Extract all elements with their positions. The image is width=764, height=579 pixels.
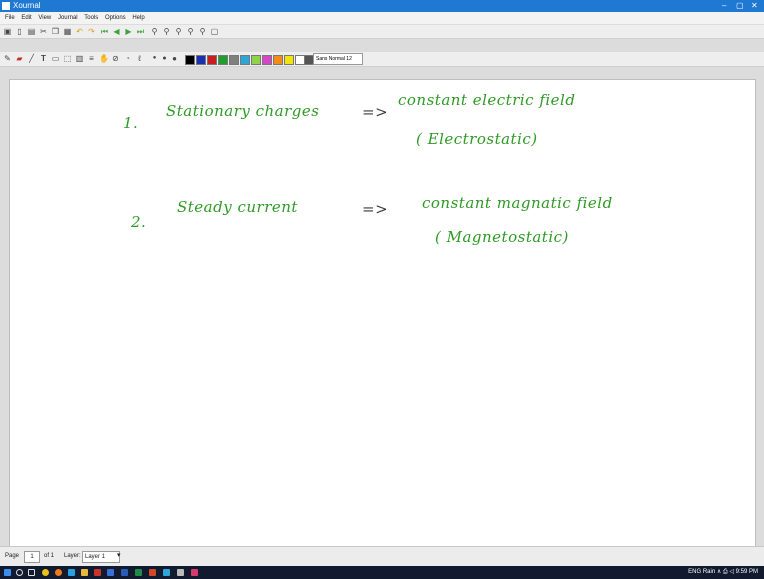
highlighter-icon[interactable]: ╱ [27,54,36,63]
menu-bar: File Edit View Journal Tools Options Hel… [0,12,764,24]
select-region-icon[interactable]: ▥ [75,54,84,63]
store-icon[interactable] [107,569,114,576]
line1-arrow: => [362,103,389,121]
color-swatch-black[interactable] [185,55,195,65]
page-label: Page [5,553,20,559]
color-swatch-orange[interactable] [273,55,283,65]
chevron-down-icon[interactable]: ▾ [117,551,121,559]
close-button[interactable]: ✕ [751,0,758,12]
font-select[interactable]: Sans Normal 12 [313,53,363,65]
firefox-icon[interactable] [55,569,62,576]
chrome-icon[interactable] [42,569,49,576]
text-icon[interactable]: T [39,54,48,63]
redo-icon[interactable]: ↷ [87,27,96,36]
line2-result: constant magnatic field [422,194,613,212]
zoom-page-icon[interactable]: ⚲ [198,27,207,36]
color-swatch-magenta[interactable] [262,55,272,65]
vertical-space-icon[interactable]: ≡ [87,54,96,63]
paste-icon[interactable]: ▦ [63,27,72,36]
line1-result: constant electric field [398,91,576,109]
zoom-out-icon[interactable]: ⚲ [174,27,183,36]
page-number-input[interactable]: 1 [24,551,40,563]
menu-tools[interactable]: Tools [84,15,98,21]
undo-icon[interactable]: ↶ [75,27,84,36]
default-pen-icon[interactable]: ℓ [135,54,144,63]
line1-text: Stationary charges [166,102,320,120]
system-tray[interactable]: ENG Rain ∧ ⎙ ◁ 9:59 PM [688,566,758,579]
color-swatch-yellow[interactable] [284,55,294,65]
menu-view[interactable]: View [38,15,51,21]
line1-note: ( Electrostatic) [416,130,538,148]
last-page-icon[interactable]: ⏭ [136,27,145,36]
zoom-fit-icon[interactable]: ⚲ [186,27,195,36]
line2-note: ( Magnetostatic) [435,228,569,246]
image-icon[interactable]: ▭ [51,54,60,63]
ruler-icon[interactable]: ⊘ [111,54,120,63]
thin-width-icon[interactable]: ● [150,54,159,63]
eraser-icon[interactable]: ▰ [15,54,24,63]
status-bar: Page 1 of 1 Layer: Layer 1 ▾ [0,546,764,567]
color-swatch-light-green[interactable] [251,55,261,65]
layer-label: Layer: [64,553,81,559]
title-bar: Xournal – ▢ ✕ [0,0,764,12]
powerpoint-icon[interactable] [149,569,156,576]
files-icon[interactable] [81,569,88,576]
color-swatch-green[interactable] [218,55,228,65]
cut-icon[interactable]: ✂ [39,27,48,36]
page-total: of 1 [44,553,55,559]
prev-page-icon[interactable]: ◀ [112,27,121,36]
main-toolbar: ▣ ▯ ▤ ✂ ❐ ▦ ↶ ↷ ⏮ ◀ ▶ ⏭ ⚲ ⚲ ⚲ ⚲ ⚲ ▢ [0,25,764,39]
hand-icon[interactable]: ✋ [99,54,109,63]
color-swatch-red[interactable] [207,55,217,65]
maximize-button[interactable]: ▢ [736,0,744,12]
line1-number: 1. [123,114,139,132]
zoom-icon[interactable]: ⚲ [150,27,159,36]
new-icon[interactable]: ▯ [15,27,24,36]
media-icon[interactable] [191,569,198,576]
save-icon[interactable]: ▣ [3,27,12,36]
task-view-icon[interactable] [28,569,35,576]
xournal-icon[interactable] [163,569,170,576]
word-icon[interactable] [121,569,128,576]
menu-file[interactable]: File [5,15,15,21]
menu-help[interactable]: Help [132,15,144,21]
select-rect-icon[interactable]: ⬚ [63,54,72,63]
line2-arrow: => [362,200,389,218]
edge-icon[interactable] [68,569,75,576]
color-swatch-blue[interactable] [196,55,206,65]
app-icon [2,2,10,10]
note-page[interactable]: 1. Stationary charges => constant electr… [9,79,756,548]
copy-icon[interactable]: ❐ [51,27,60,36]
open-icon[interactable]: ▤ [27,27,36,36]
excel-icon[interactable] [135,569,142,576]
first-page-icon[interactable]: ⏮ [100,27,109,36]
pen-icon[interactable]: ✎ [3,54,12,63]
line2-text: Steady current [177,198,298,216]
search-icon[interactable] [16,569,23,576]
line2-number: 2. [131,213,147,231]
menu-journal[interactable]: Journal [58,15,78,21]
window-title: Xournal [13,1,41,10]
color-swatch-gray[interactable] [229,55,239,65]
minimize-button[interactable]: – [722,0,726,12]
menu-options[interactable]: Options [105,15,126,21]
taskbar: ENG Rain ∧ ⎙ ◁ 9:59 PM [0,566,764,579]
thick-width-icon[interactable]: ● [170,54,179,63]
shape-icon[interactable]: ◔ [123,54,132,63]
tools-toolbar: ✎ ▰ ╱ T ▭ ⬚ ▥ ≡ ✋ ⊘ ◔ ℓ ● ● ● Sans Norma… [0,52,764,67]
menu-edit[interactable]: Edit [21,15,31,21]
fullscreen-icon[interactable]: ▢ [210,27,219,36]
medium-width-icon[interactable]: ● [160,54,169,63]
settings-icon[interactable] [177,569,184,576]
start-icon[interactable] [4,569,11,576]
color-swatch-light-blue[interactable] [240,55,250,65]
zoom-in-icon[interactable]: ⚲ [162,27,171,36]
next-page-icon[interactable]: ▶ [124,27,133,36]
mail-icon[interactable] [94,569,101,576]
layer-select[interactable]: Layer 1 [82,551,120,563]
